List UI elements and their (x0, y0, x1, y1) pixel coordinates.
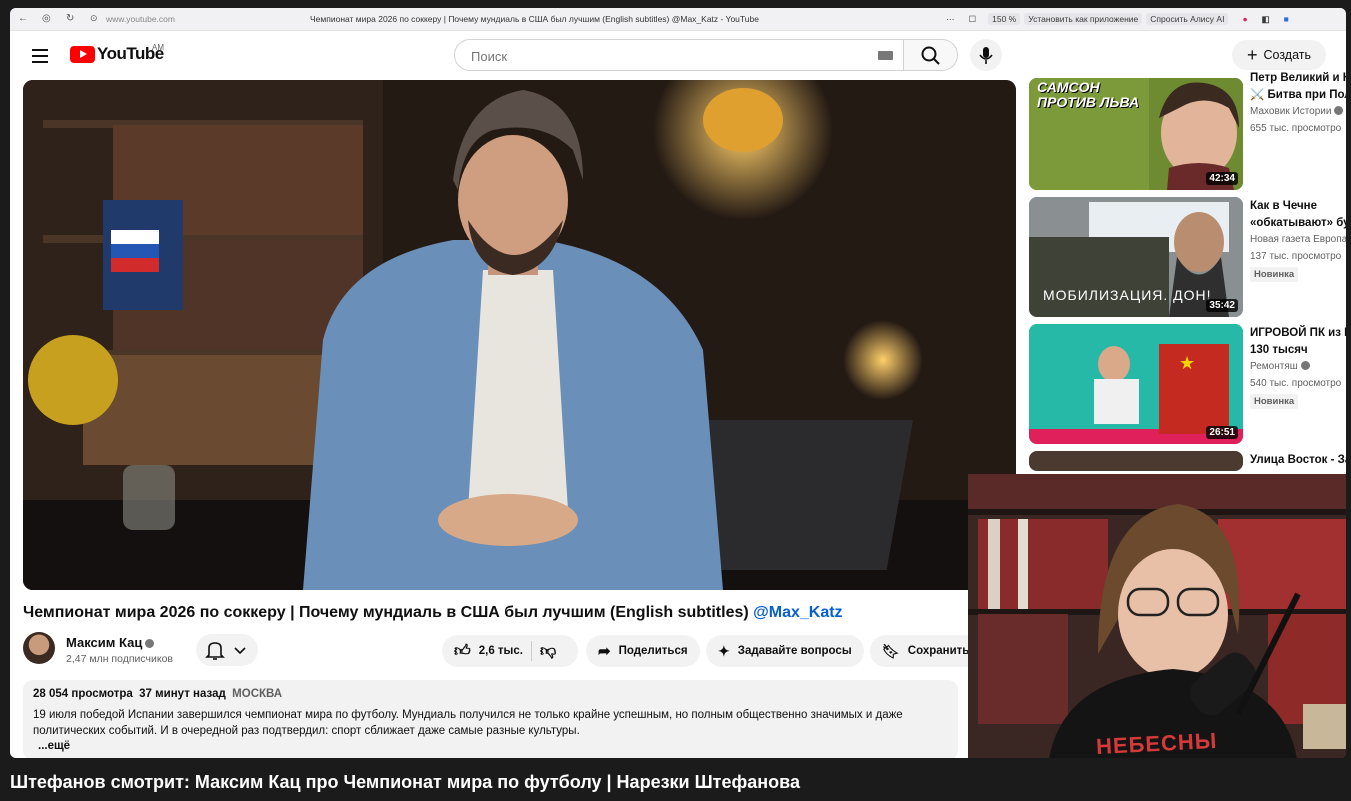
recommended-video[interactable]: САМСОН ПРОТИВ ЛЬВА 42:34 Петр Великий и … (1029, 72, 1346, 198)
channel-name[interactable]: Максим Кац (66, 635, 155, 650)
thumbnail-text: САМСОН ПРОТИВ ЛЬВА (1037, 79, 1140, 110)
like-dislike-group: 👍︎ 2,6 тыс. 👎︎ (442, 635, 578, 667)
recommended-channel: Новая газета Европа (1250, 234, 1346, 245)
recommended-title: Как в Чечне (1250, 200, 1317, 212)
menu-icon[interactable] (32, 49, 48, 67)
subscriber-count: 2,47 млн подписчиков (66, 653, 173, 665)
ask-questions-button[interactable]: ✦ Задавайте вопросы (706, 635, 864, 667)
save-label: Сохранить (907, 645, 970, 657)
description-text: 19 июля победой Испании завершился чемпи… (33, 709, 903, 737)
youtube-header: YouTube AM + Создать (10, 31, 1346, 81)
install-app-button[interactable]: Установить как приложение (1024, 13, 1143, 25)
like-count: 2,6 тыс. (478, 645, 523, 657)
search-box (454, 39, 904, 71)
webcam-overlay: НЕБЕСНЫ (968, 474, 1346, 758)
youtube-play-icon (70, 45, 95, 63)
view-count: 28 054 просмотра (33, 688, 133, 700)
microphone-icon (979, 47, 993, 64)
zoom-indicator[interactable]: 150 % (988, 13, 1021, 25)
shield-icon[interactable]: ◎ (42, 13, 51, 24)
reload-icon[interactable]: ↻ (66, 13, 74, 24)
description-box[interactable]: 28 054 просмотра 37 минут назад МОСКВА 1… (23, 680, 958, 758)
upload-time: 37 минут назад (139, 688, 226, 700)
create-button[interactable]: + Создать (1232, 40, 1326, 70)
share-icon: ➦ (598, 643, 611, 660)
recommended-title: ИГРОВОЙ ПК из К (1250, 327, 1346, 339)
voice-search-button[interactable] (970, 39, 1002, 71)
more-icon[interactable]: ⋯ (946, 14, 955, 25)
recommended-video[interactable]: МОБИЛИЗАЦИЯ. ДОН! 35:42 Как в Чечне «обк… (1029, 197, 1346, 317)
search-icon (921, 46, 940, 65)
keyboard-icon[interactable] (878, 51, 893, 60)
recommended-title-line2: «обкатывают» бу (1250, 217, 1346, 229)
video-thumbnail[interactable] (1029, 451, 1243, 471)
channel-avatar[interactable] (23, 632, 55, 664)
youtube-logo[interactable]: YouTube (70, 44, 164, 64)
video-duration: 26:51 (1206, 426, 1238, 439)
back-icon[interactable]: ← (18, 13, 28, 24)
dislike-button[interactable]: 👎︎ (540, 642, 556, 661)
ask-label: Задавайте вопросы (737, 645, 852, 657)
new-badge: Новинка (1250, 394, 1299, 409)
video-title-text: Чемпионат мира 2026 по соккеру | Почему … (23, 604, 749, 621)
verified-icon (1334, 106, 1344, 115)
webcam-frame (968, 474, 1346, 758)
recommended-video[interactable]: ★ 26:51 ИГРОВОЙ ПК из К 130 тысяч Ремонт… (1029, 324, 1346, 444)
like-button[interactable]: 👍︎ 2,6 тыс. (454, 642, 523, 661)
region-code: AM (152, 43, 164, 52)
show-more-button[interactable]: ...ещё (38, 740, 70, 752)
video-duration: 35:42 (1206, 299, 1238, 312)
video-meta: 28 054 просмотра 37 минут назад МОСКВА (33, 688, 282, 700)
browser-window: ← ◎ ↻ ⊙ www.youtube.com Чемпионат мира 2… (10, 8, 1346, 758)
extension-icon[interactable]: ● (1242, 14, 1247, 24)
browser-toolbar: ← ◎ ↻ ⊙ www.youtube.com Чемпионат мира 2… (10, 8, 1346, 31)
recommended-title: Улица Восток - За (1250, 454, 1346, 466)
recommended-views: 137 тыс. просмотро (1250, 251, 1342, 262)
thumbs-up-icon: 👍︎ (454, 642, 471, 660)
address-bar[interactable]: www.youtube.com (106, 14, 175, 24)
save-button[interactable]: 🔖︎ Сохранить (870, 635, 970, 667)
recommended-title: Петр Великий и К (1250, 72, 1346, 84)
svg-text:★: ★ (1179, 353, 1195, 374)
recommended-title-line2: 130 тысяч (1250, 344, 1308, 356)
tab-title: Чемпионат мира 2026 по соккеру | Почему … (310, 14, 759, 24)
location-tag[interactable]: МОСКВА (232, 688, 282, 700)
channel-handle-link[interactable]: @Max_Katz (753, 604, 842, 621)
sparkle-icon: ✦ (718, 642, 730, 659)
video-duration: 42:34 (1206, 172, 1238, 185)
video-thumbnail[interactable]: ★ 26:51 (1029, 324, 1243, 444)
search-button[interactable] (904, 39, 958, 71)
video-title: Чемпионат мира 2026 по соккеру | Почему … (23, 604, 843, 622)
plus-icon: + (1246, 44, 1258, 65)
search-input[interactable] (469, 48, 853, 65)
extension-icon-3[interactable]: ■ (1284, 14, 1289, 24)
video-frame (23, 80, 1016, 590)
chevron-down-icon (234, 647, 246, 655)
site-info-icon[interactable]: ⊙ (90, 13, 98, 24)
bell-icon (205, 642, 246, 660)
new-badge: Новинка (1250, 267, 1299, 282)
video-player[interactable] (23, 80, 1016, 590)
verified-icon (1300, 361, 1310, 370)
recommended-views: 540 тыс. просмотро (1250, 378, 1342, 389)
create-label: Создать (1263, 48, 1312, 62)
recommended-channel: Ремонтяш (1250, 361, 1310, 372)
subscribed-button[interactable] (196, 634, 258, 666)
share-button[interactable]: ➦ Поделиться (586, 635, 700, 667)
verified-icon (145, 639, 155, 648)
bookmark-icon[interactable]: ☐ (969, 14, 977, 25)
ask-alice-button[interactable]: Спросить Алису AI (1146, 13, 1229, 25)
recommended-title-line2: ⚔️ Битва при Пол (1250, 89, 1346, 101)
video-thumbnail[interactable]: МОБИЛИЗАЦИЯ. ДОН! 35:42 (1029, 197, 1243, 317)
share-label: Поделиться (618, 645, 688, 657)
shirt-print: НЕБЕСНЫ (1095, 727, 1218, 758)
recommended-channel: Маховик Истории (1250, 106, 1344, 117)
extension-icon-2[interactable]: ◧ (1262, 14, 1270, 25)
stream-caption: Штефанов смотрит: Максим Кац про Чемпион… (10, 772, 800, 792)
video-thumbnail[interactable]: САМСОН ПРОТИВ ЛЬВА 42:34 (1029, 78, 1243, 190)
bookmark-save-icon: 🔖︎ (882, 642, 900, 659)
recommended-views: 655 тыс. просмотро (1250, 123, 1342, 134)
thumbnail-text: МОБИЛИЗАЦИЯ. ДОН! (1043, 287, 1212, 303)
divider (530, 641, 532, 661)
